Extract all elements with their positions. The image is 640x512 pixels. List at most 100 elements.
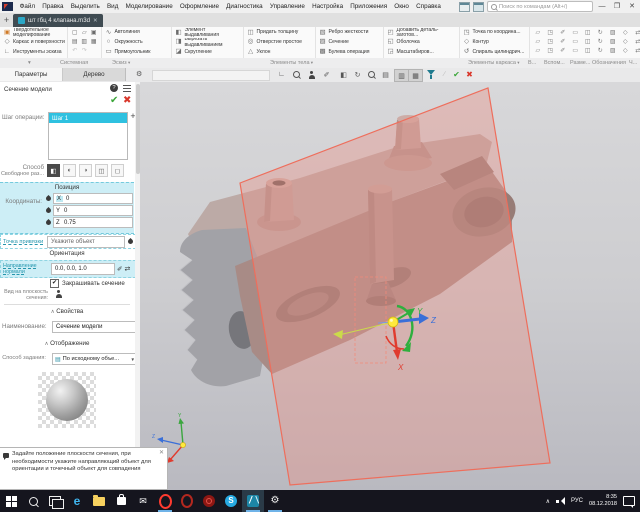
ribbon-tool-icon[interactable] bbox=[623, 39, 628, 45]
corner-tool-icon[interactable]: ∟ bbox=[275, 69, 288, 80]
menu-modeling[interactable]: Моделирование bbox=[122, 3, 176, 10]
ribbon-tool-icon[interactable] bbox=[610, 48, 616, 54]
properties-header[interactable]: Свойства bbox=[0, 308, 134, 315]
menu-help[interactable]: Справка bbox=[413, 3, 445, 10]
free-placement-icon[interactable]: ◧ bbox=[47, 164, 60, 177]
volume-icon[interactable] bbox=[556, 497, 565, 506]
ribbon-tool-icon[interactable] bbox=[585, 30, 591, 36]
render-mode-icon[interactable]: ▥ bbox=[394, 69, 409, 82]
ribbon-tool-icon[interactable] bbox=[560, 30, 565, 36]
tool-thicken[interactable]: ◫Придать толщину bbox=[247, 28, 313, 37]
tab-tree[interactable]: Дерево bbox=[63, 68, 126, 81]
display-mode-icon[interactable]: ◧ bbox=[337, 69, 350, 80]
ribbon-tool-icon[interactable] bbox=[623, 48, 628, 54]
open-file-icon[interactable]: ▱ bbox=[82, 30, 87, 36]
menu-file[interactable]: Файл bbox=[16, 3, 39, 10]
menu-management[interactable]: Управление bbox=[266, 3, 308, 10]
store-button[interactable] bbox=[110, 490, 132, 512]
ribbon-tool-icon[interactable] bbox=[635, 48, 640, 54]
notification-center-icon[interactable] bbox=[623, 496, 635, 506]
abort-button[interactable] bbox=[123, 95, 131, 106]
by-plane-icon[interactable]: ◑ bbox=[79, 164, 92, 177]
eyedropper-icon[interactable] bbox=[117, 265, 122, 273]
pin-icon[interactable] bbox=[45, 219, 52, 226]
ribbon-tool-icon[interactable] bbox=[585, 39, 591, 45]
ribbon-tool-icon[interactable] bbox=[610, 30, 616, 36]
orbit-icon[interactable]: ↻ bbox=[351, 69, 364, 80]
tool-extrude[interactable]: ◧Элемент выдавливания bbox=[175, 28, 241, 37]
export-icon[interactable]: ▦ bbox=[91, 39, 97, 45]
tool-contour[interactable]: ◇Контур bbox=[463, 38, 527, 47]
tool-section[interactable]: ▨Сечение bbox=[319, 38, 381, 47]
preview-icon[interactable]: ▥ bbox=[81, 39, 87, 45]
by-object-icon[interactable]: ◐ bbox=[63, 164, 76, 177]
mode-sketch-tools[interactable]: ∟Инструменты эскиза bbox=[3, 48, 65, 57]
coord-y-input[interactable]: Y 0 bbox=[53, 205, 133, 216]
zoom-tool-icon[interactable] bbox=[290, 69, 303, 80]
normal-vector-input[interactable]: 0.0, 0.0, 1.0 bbox=[51, 263, 115, 275]
fill-section-checkbox[interactable] bbox=[50, 279, 59, 288]
menu-settings[interactable]: Настройка bbox=[308, 3, 346, 10]
assign-method-dropdown[interactable]: По исходному объе... bbox=[52, 353, 138, 365]
group-label-frame[interactable]: Элементы каркаса bbox=[468, 60, 519, 66]
ribbon-tool-icon[interactable] bbox=[610, 39, 616, 45]
menu-layout[interactable]: Оформление bbox=[176, 3, 222, 10]
ribbon-tool-icon[interactable] bbox=[572, 48, 578, 54]
undo-icon[interactable]: ↶ bbox=[72, 48, 77, 54]
display-header[interactable]: Отображение bbox=[0, 340, 134, 347]
panel-settings-gear-icon[interactable] bbox=[136, 68, 142, 81]
browser-2-button[interactable] bbox=[176, 490, 198, 512]
offset-icon[interactable]: ◫ bbox=[95, 164, 108, 177]
tool-circle[interactable]: ○Окружность bbox=[105, 38, 169, 47]
tool-shell[interactable]: ◱Оболочка bbox=[387, 38, 457, 47]
ribbon-tool-icon[interactable] bbox=[560, 39, 565, 45]
hint-close-icon[interactable] bbox=[159, 450, 164, 458]
maximize-button[interactable] bbox=[611, 1, 623, 12]
mode-solid-modeling[interactable]: ▣Твердотельное моделирование bbox=[3, 28, 65, 37]
menu-edit[interactable]: Правка bbox=[39, 3, 67, 10]
command-search-input[interactable]: Поиск по командам (Alt+/) bbox=[487, 1, 593, 12]
minimize-button[interactable] bbox=[596, 1, 608, 12]
swap-direction-icon[interactable] bbox=[124, 265, 130, 273]
edit-tool-icon[interactable]: ✐ bbox=[320, 69, 333, 80]
new-file-icon[interactable]: ▢ bbox=[72, 30, 78, 36]
file-explorer-button[interactable] bbox=[88, 490, 110, 512]
ribbon-tool-icon[interactable] bbox=[635, 30, 640, 36]
group-label-body[interactable]: Элементы тела bbox=[270, 60, 313, 66]
coord-x-input[interactable]: X 0 bbox=[53, 193, 133, 204]
close-button[interactable] bbox=[626, 1, 638, 12]
anchor-object-input[interactable]: Укажите объект bbox=[47, 236, 125, 248]
viewport-3d[interactable]: Y Z X Y Z X bbox=[140, 82, 640, 490]
ribbon-tool-icon[interactable] bbox=[572, 30, 578, 36]
filter-icon[interactable] bbox=[424, 69, 437, 80]
section-plane[interactable] bbox=[240, 88, 550, 485]
pin-icon[interactable] bbox=[127, 238, 134, 245]
tool-draft[interactable]: △Уклон bbox=[247, 48, 313, 57]
tray-expand-icon[interactable] bbox=[546, 498, 550, 505]
task-view-button[interactable] bbox=[44, 490, 66, 512]
user-view-icon[interactable] bbox=[305, 69, 318, 80]
ribbon-tool-icon[interactable] bbox=[585, 48, 591, 54]
ribbon-tool-icon[interactable] bbox=[535, 30, 540, 36]
ribbon-tool-icon[interactable] bbox=[535, 39, 540, 45]
tool-autoline[interactable]: ∿Автолиния bbox=[105, 28, 169, 37]
print-icon[interactable]: ▤ bbox=[72, 39, 78, 45]
ribbon-tool-icon[interactable] bbox=[598, 48, 603, 54]
document-tab[interactable]: шт гбц 4 клапана.m3d bbox=[13, 14, 103, 27]
tool-spiral[interactable]: ↺Спираль цилиндрич... bbox=[463, 48, 527, 57]
zoom-area-icon[interactable] bbox=[365, 69, 378, 80]
step-item-selected[interactable]: Шаг 1 bbox=[49, 113, 127, 123]
material-preview-sphere[interactable] bbox=[46, 379, 88, 421]
coord-z-input[interactable]: Z 0.75 bbox=[53, 217, 133, 228]
tool-rib[interactable]: ▧Ребро жесткости bbox=[319, 28, 381, 37]
taskbar-search-button[interactable] bbox=[22, 490, 44, 512]
browser-3-button[interactable] bbox=[198, 490, 220, 512]
group-label-sketch[interactable]: Эскиз bbox=[112, 60, 130, 66]
ribbon-tool-icon[interactable] bbox=[560, 48, 565, 54]
opera-button[interactable] bbox=[154, 490, 176, 512]
tool-simple-hole[interactable]: ◎Отверстие простое bbox=[247, 38, 313, 47]
tree-structure-icon[interactable] bbox=[123, 85, 131, 92]
manipulator-origin-ball[interactable] bbox=[388, 317, 398, 327]
new-document-button[interactable] bbox=[0, 14, 13, 27]
cancel-button[interactable] bbox=[463, 69, 476, 80]
